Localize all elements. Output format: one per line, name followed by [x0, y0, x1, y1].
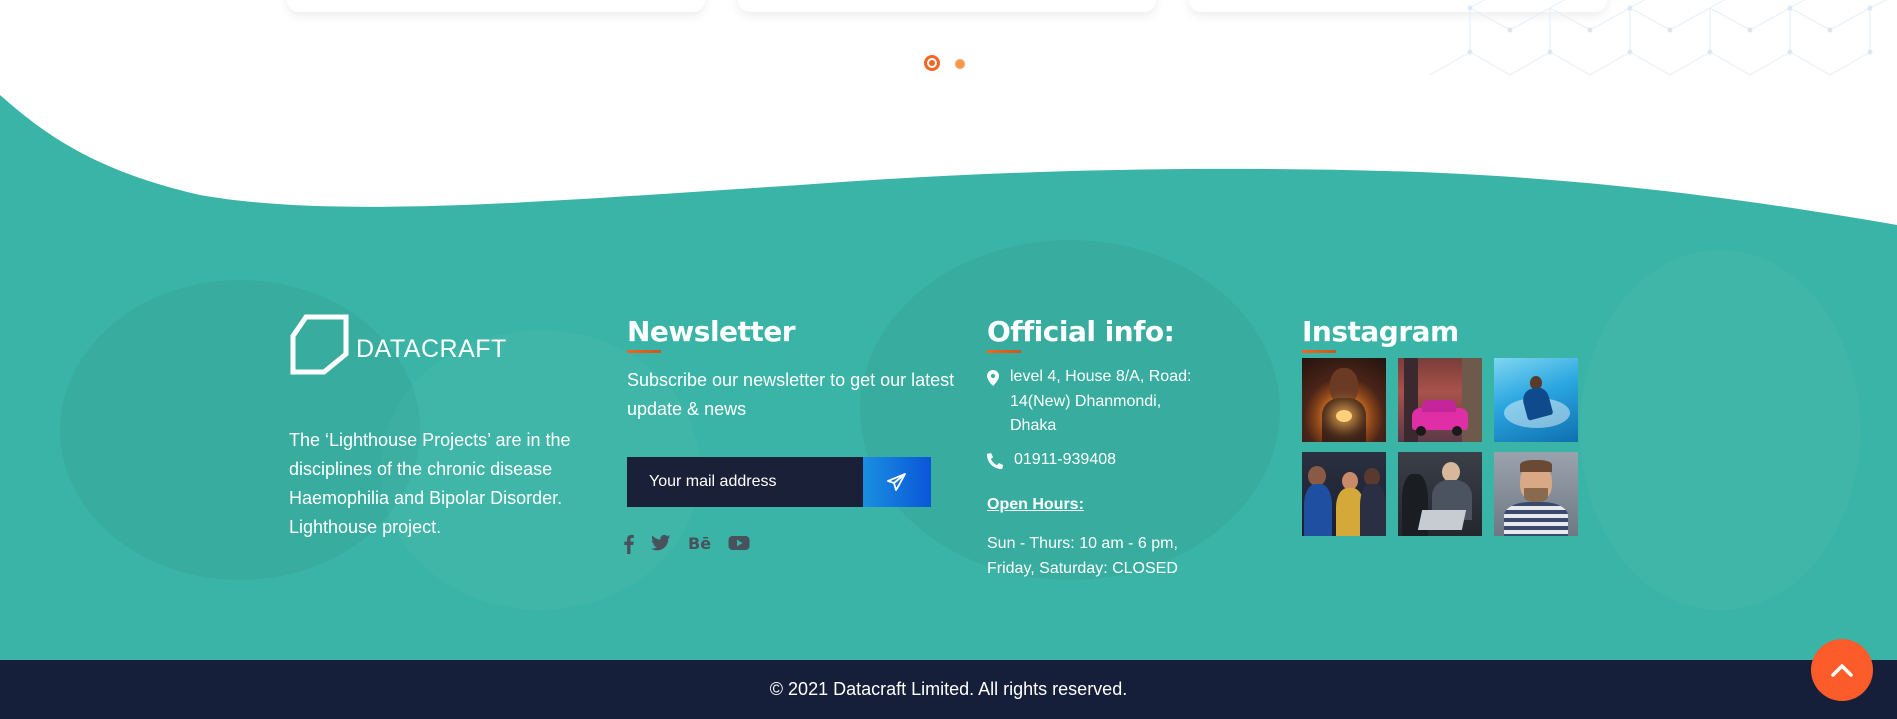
title-underline: [627, 350, 661, 353]
hours-weekdays: Sun - Thurs: 10 am - 6 pm,: [987, 535, 1178, 552]
open-hours-text: Sun - Thurs: 10 am - 6 pm, Friday, Satur…: [987, 531, 1197, 581]
paper-plane-icon: [887, 473, 906, 491]
title-underline: [987, 350, 1021, 353]
facebook-icon: [624, 534, 634, 554]
open-hours-label: Open Hours:: [987, 496, 1084, 513]
phone-icon: [987, 453, 1003, 469]
twitter-link[interactable]: [651, 534, 671, 556]
map-marker-icon: [987, 370, 999, 386]
woman-in-blue-water-photo[interactable]: [1494, 358, 1578, 442]
group-meeting-photo[interactable]: [1302, 452, 1386, 536]
pink-vintage-car-photo[interactable]: [1398, 358, 1482, 442]
facebook-link[interactable]: [624, 534, 634, 556]
copyright-text: © 2021 Datacraft Limited. All rights res…: [769, 679, 1128, 699]
twitter-icon: [651, 534, 671, 551]
hours-weekend: Friday, Saturday: CLOSED: [987, 560, 1178, 577]
instagram-gallery: [1302, 358, 1578, 536]
scroll-to-top-button[interactable]: [1811, 639, 1873, 701]
datacraft-logo[interactable]: DATACRAFT: [290, 314, 540, 376]
copyright-bar: © 2021 Datacraft Limited. All rights res…: [0, 660, 1897, 719]
instagram-section: Instagram: [1302, 315, 1459, 348]
footer-about-text: The ‘Lighthouse Projects’ are in the dis…: [289, 430, 571, 537]
office-address: level 4, House 8/A, Road: 14(New) Dhanmo…: [1010, 368, 1192, 434]
newsletter-section: Newsletter: [627, 315, 796, 348]
hexagon-outline-icon: [290, 314, 349, 375]
behance-icon: Bē: [688, 534, 712, 553]
youtube-icon: [728, 536, 750, 550]
people-at-laptop-photo[interactable]: [1398, 452, 1482, 536]
newsletter-description: Subscribe our newsletter to get our late…: [627, 370, 955, 419]
chevron-up-icon: [1831, 664, 1853, 677]
newsletter-submit-button[interactable]: [863, 457, 931, 507]
official-info-title: Official info:: [987, 315, 1175, 348]
newsletter-email-input[interactable]: [627, 457, 863, 507]
title-underline: [1302, 350, 1336, 353]
behance-link[interactable]: Bē: [688, 534, 711, 556]
office-phone[interactable]: 01911-939408: [1014, 448, 1116, 473]
background-hands-texture: [1580, 250, 1860, 610]
social-links: Bē: [624, 534, 767, 556]
youtube-link[interactable]: [728, 534, 750, 556]
newsletter-title: Newsletter: [627, 315, 796, 348]
official-info-section: Official info:: [987, 315, 1175, 348]
woman-with-lights-photo[interactable]: [1302, 358, 1386, 442]
newsletter-form: [627, 457, 931, 507]
instagram-title: Instagram: [1302, 315, 1459, 348]
smiling-man-photo[interactable]: [1494, 452, 1578, 536]
logo-wordmark: DATACRAFT: [356, 335, 507, 363]
site-footer: DATACRAFT The ‘Lighthouse Projects’ are …: [0, 0, 1897, 660]
